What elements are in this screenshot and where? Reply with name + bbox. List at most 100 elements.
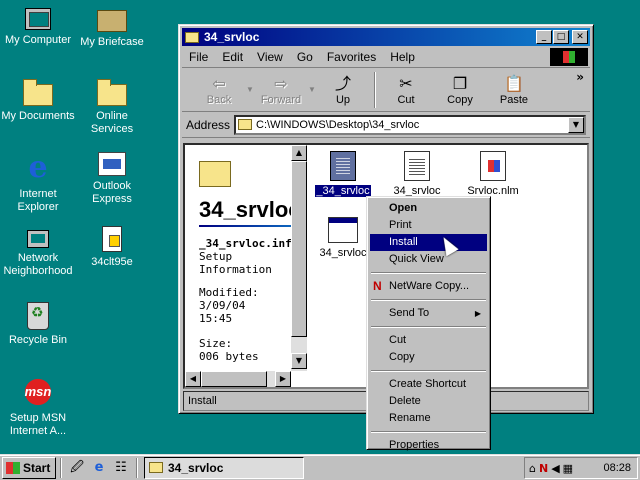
desktop-icon-network-neighborhood[interactable]: Network Neighborhood bbox=[0, 226, 76, 278]
close-button[interactable]: ✕ bbox=[572, 30, 588, 44]
scroll-up-icon[interactable]: ▲ bbox=[291, 145, 307, 161]
size-value: 006 bytes bbox=[199, 350, 259, 363]
text-file-icon bbox=[404, 151, 430, 181]
context-menu-item-properties[interactable]: Properties bbox=[370, 437, 487, 454]
netware-copy-label: NetWare Copy... bbox=[389, 280, 470, 292]
system-tray: ⌂ N ◀ ▦ 08:28 bbox=[524, 457, 638, 479]
up-button[interactable]: ⤴ Up bbox=[316, 74, 370, 106]
selected-file-name: _34_srvloc.inf bbox=[199, 237, 291, 250]
address-bar: Address C:\WINDOWS\Desktop\34_srvloc ▼ bbox=[182, 112, 590, 138]
folder-icon bbox=[185, 31, 199, 43]
windows-logo-icon bbox=[6, 461, 20, 474]
info-pane-horizontal-scrollbar[interactable]: ◀ ▶ bbox=[185, 371, 291, 387]
start-label: Start bbox=[23, 460, 51, 475]
file-item-setup-info[interactable]: _34_srvloc bbox=[311, 151, 375, 198]
documents-folder-icon bbox=[23, 79, 53, 106]
desktop-icon-my-documents[interactable]: My Documents bbox=[0, 78, 76, 123]
context-menu-item-rename[interactable]: Rename bbox=[370, 410, 487, 427]
desktop-icon-label: 34clt95e bbox=[91, 256, 133, 268]
cut-label: Cut bbox=[397, 93, 415, 106]
scroll-down-icon[interactable]: ▼ bbox=[291, 353, 307, 369]
desktop-icon-label: Internet Explorer bbox=[17, 188, 59, 213]
context-menu-item-install[interactable]: Install bbox=[370, 234, 487, 251]
context-menu-item-create-shortcut[interactable]: Create Shortcut bbox=[370, 376, 487, 393]
netware-tray-icon[interactable]: N bbox=[539, 462, 548, 475]
modified-date: 3/09/04 bbox=[199, 299, 246, 312]
maximize-button[interactable]: □ bbox=[553, 30, 569, 44]
desktop-icon-online-services[interactable]: Online Services bbox=[74, 78, 150, 136]
context-menu-item-open[interactable]: Open bbox=[370, 200, 487, 217]
task-scheduler-icon[interactable]: ▦ bbox=[563, 462, 573, 475]
menu-file[interactable]: File bbox=[182, 50, 215, 64]
clock[interactable]: 08:28 bbox=[603, 462, 631, 474]
paste-button[interactable]: 📋 Paste bbox=[487, 74, 541, 106]
forward-arrow-icon: ⇨ bbox=[274, 73, 288, 93]
desktop-icon-recycle-bin[interactable]: Recycle Bin bbox=[0, 302, 76, 347]
horizontal-scroll-thumb[interactable] bbox=[201, 371, 267, 387]
netware-icon: N bbox=[373, 279, 382, 293]
desktop-icon-my-briefcase[interactable]: My Briefcase bbox=[74, 4, 150, 49]
copy-label: Copy bbox=[447, 93, 473, 106]
clipboard-icon: 📋 bbox=[504, 73, 524, 93]
desktop-icon-my-computer[interactable]: My Computer bbox=[0, 4, 76, 47]
context-menu: Open Print Install Quick View N NetWare … bbox=[366, 196, 491, 451]
address-dropdown-button[interactable]: ▼ bbox=[568, 116, 584, 133]
desktop-icon-outlook-express[interactable]: Outlook Express bbox=[74, 152, 150, 206]
up-label: Up bbox=[335, 93, 351, 106]
file-item-nlm[interactable]: Srvloc.nlm bbox=[461, 151, 525, 197]
file-label: 34_srvloc bbox=[319, 247, 367, 259]
ie-quick-launch-icon[interactable]: e bbox=[90, 459, 108, 477]
title-bar[interactable]: 34_srvloc _ □ ✕ bbox=[182, 28, 590, 46]
desktop-icon-label: Recycle Bin bbox=[8, 334, 68, 346]
menu-edit[interactable]: Edit bbox=[215, 50, 250, 64]
desktop-icon-label: Outlook Express bbox=[92, 180, 132, 205]
volume-icon[interactable]: ◀ bbox=[551, 462, 559, 475]
toolbar-separator bbox=[374, 71, 375, 108]
file-item-text[interactable]: 34_srvloc bbox=[385, 151, 449, 197]
desktop-icon-internet-explorer[interactable]: e Internet Explorer bbox=[0, 152, 76, 214]
forward-dropdown-icon[interactable]: ▼ bbox=[308, 85, 316, 94]
start-button[interactable]: Start bbox=[2, 456, 56, 479]
address-input[interactable]: C:\WINDOWS\Desktop\34_srvloc ▼ bbox=[234, 114, 586, 135]
info-pane-vertical-scrollbar[interactable]: ▲ ▼ bbox=[291, 145, 307, 371]
folder-icon bbox=[149, 462, 163, 473]
channels-icon[interactable]: ☷ bbox=[112, 459, 130, 477]
desktop-icon-setup-msn[interactable]: msn Setup MSN Internet A... bbox=[0, 376, 76, 438]
network-tray-icon[interactable]: ⌂ bbox=[529, 462, 536, 475]
context-menu-item-send-to[interactable]: Send To ▶ bbox=[370, 305, 487, 322]
menu-go[interactable]: Go bbox=[290, 50, 320, 64]
menu-view[interactable]: View bbox=[250, 50, 290, 64]
menu-separator bbox=[371, 299, 486, 301]
context-menu-item-copy[interactable]: Copy bbox=[370, 349, 487, 366]
taskbar-button-34-srvloc[interactable]: 34_srvloc bbox=[144, 456, 304, 479]
menu-favorites[interactable]: Favorites bbox=[320, 50, 383, 64]
toolbar-more-button[interactable]: » bbox=[576, 70, 584, 84]
modified-label: Modified: bbox=[199, 286, 259, 299]
context-menu-item-netware-copy[interactable]: N NetWare Copy... bbox=[370, 278, 487, 295]
menu-help[interactable]: Help bbox=[383, 50, 422, 64]
folder-icon bbox=[199, 161, 231, 187]
minimize-button[interactable]: _ bbox=[536, 30, 552, 44]
desktop-icon-label: Online Services bbox=[90, 110, 134, 135]
scroll-left-icon[interactable]: ◀ bbox=[185, 371, 201, 387]
context-menu-item-cut[interactable]: Cut bbox=[370, 332, 487, 349]
desktop-icon-label: My Documents bbox=[1, 110, 75, 122]
copy-button[interactable]: ❐ Copy bbox=[433, 74, 487, 106]
scroll-right-icon[interactable]: ▶ bbox=[275, 371, 291, 387]
context-menu-item-quick-view[interactable]: Quick View bbox=[370, 251, 487, 268]
size-label: Size: bbox=[199, 337, 233, 350]
desktop-icon-label: My Briefcase bbox=[80, 36, 144, 48]
context-menu-item-delete[interactable]: Delete bbox=[370, 393, 487, 410]
back-button[interactable]: ⇦ Back bbox=[192, 74, 246, 106]
forward-button[interactable]: ⇨ Forward bbox=[254, 74, 308, 106]
selected-file-type-1: Setup bbox=[199, 250, 233, 263]
cut-button[interactable]: ✂ Cut bbox=[379, 74, 433, 106]
window-title: 34_srvloc bbox=[204, 30, 260, 44]
forward-label: Forward bbox=[260, 93, 302, 106]
back-dropdown-icon[interactable]: ▼ bbox=[246, 85, 254, 94]
briefcase-icon bbox=[97, 10, 127, 32]
context-menu-item-print[interactable]: Print bbox=[370, 217, 487, 234]
scroll-thumb[interactable] bbox=[291, 161, 307, 337]
desktop-icon-34clt95e[interactable]: 34clt95e bbox=[74, 226, 150, 269]
show-desktop-icon[interactable]: 🖉 bbox=[68, 459, 86, 477]
